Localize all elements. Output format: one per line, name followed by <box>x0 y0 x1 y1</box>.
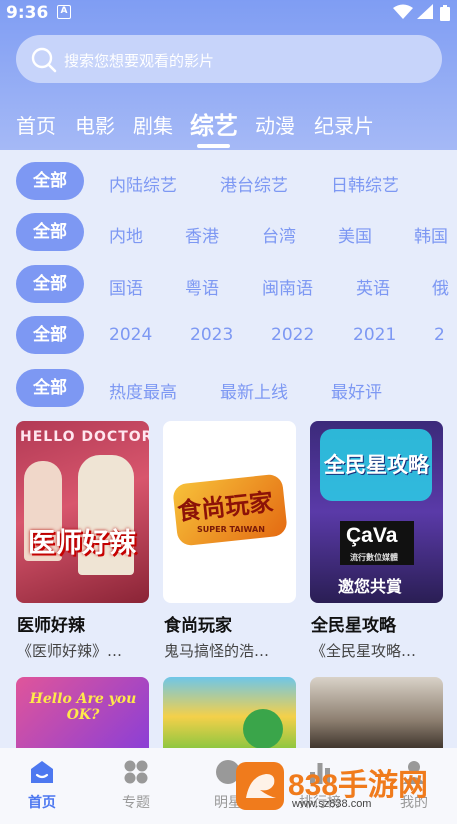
filter-option[interactable]: 2023 <box>190 325 233 345</box>
poster-top-text: HELLO DOCTOR <box>20 429 149 445</box>
filter-all-chip[interactable]: 全部 <box>16 213 84 251</box>
status-time: 9:36 <box>6 3 49 23</box>
poster-image: HELLO DOCTOR 医师好辣 <box>16 421 149 603</box>
filter-option[interactable]: 闽南语 <box>262 274 313 299</box>
tab-documentary[interactable]: 纪录片 <box>314 110 374 139</box>
home-icon <box>31 761 53 783</box>
filter-option[interactable]: 最新上线 <box>220 378 288 403</box>
show-card[interactable]: Hello Are you OK? <box>16 677 149 749</box>
filter-option[interactable]: 2024 <box>109 325 152 345</box>
filter-row-language: 全部 国语 粤语 闽南语 英语 俄 <box>0 265 457 305</box>
filter-row-type: 全部 内陆综艺 港台综艺 日韩综艺 <box>0 162 457 202</box>
watermark-logo <box>236 762 284 810</box>
filter-option[interactable]: 英语 <box>356 274 390 299</box>
filter-option[interactable]: 日韩综艺 <box>331 171 399 196</box>
poster-subtitle-text: SUPER TAIWAN <box>197 525 265 534</box>
filter-option[interactable]: 港台综艺 <box>220 171 288 196</box>
show-card[interactable]: 食尚玩家 SUPER TAIWAN 食尚玩家 鬼马搞怪的浩… <box>163 421 296 666</box>
tabbar-label: 首页 <box>28 795 56 811</box>
tab-home[interactable]: 首页 <box>16 110 56 139</box>
category-tabs: 首页 电影 剧集 综艺 动漫 纪录片 <box>0 104 457 150</box>
show-card[interactable]: 全民星攻略 ÇaVa 流行數位媒體 邀您共賞 全民星攻略 《全民星攻略… <box>310 421 443 666</box>
filter-option[interactable]: 2022 <box>271 325 314 345</box>
grid-icon <box>124 760 148 784</box>
filter-option[interactable]: 国语 <box>109 274 143 299</box>
poster-title-text: 全民星攻略 <box>324 453 429 477</box>
card-title: 全民星攻略 <box>311 616 396 636</box>
wifi-icon <box>393 4 413 19</box>
filter-all-chip[interactable]: 全部 <box>16 316 84 354</box>
tab-series[interactable]: 剧集 <box>133 110 173 139</box>
battery-icon <box>440 5 450 21</box>
filter-row-sort: 全部 热度最高 最新上线 最好评 <box>0 369 457 409</box>
signal-icon <box>417 4 433 19</box>
filter-option[interactable]: 内地 <box>109 222 143 247</box>
poster-image: 食尚玩家 SUPER TAIWAN <box>163 421 296 603</box>
search-bar[interactable]: 搜索您想要观看的影片 <box>16 35 442 83</box>
show-card[interactable] <box>163 677 296 749</box>
card-title: 医师好辣 <box>17 616 85 636</box>
tabbar-item-topics[interactable]: 专题 <box>106 748 166 824</box>
filter-row-year: 全部 2024 2023 2022 2021 2 <box>0 316 457 356</box>
status-bar: 9:36 A <box>0 0 457 26</box>
card-title: 食尚玩家 <box>164 616 232 636</box>
filter-all-chip[interactable]: 全部 <box>16 162 84 200</box>
poster-brand-sub-text: 流行數位媒體 <box>350 553 398 562</box>
filter-option[interactable]: 美国 <box>338 222 372 247</box>
filter-option[interactable]: 2021 <box>353 325 396 345</box>
tabbar-item-home[interactable]: 首页 <box>12 748 72 824</box>
search-placeholder: 搜索您想要观看的影片 <box>64 53 215 70</box>
poster-image <box>310 677 443 749</box>
tab-variety[interactable]: 综艺 <box>190 106 238 141</box>
filter-option[interactable]: 俄 <box>432 274 449 299</box>
tab-anime[interactable]: 动漫 <box>255 110 295 139</box>
poster-title-text: 医师好辣 <box>28 528 136 559</box>
poster-title-text: Hello Are you OK? <box>29 691 137 723</box>
tab-movie[interactable]: 电影 <box>75 110 115 139</box>
show-card[interactable]: HELLO DOCTOR 医师好辣 医师好辣 《医师好辣》… <box>16 421 149 666</box>
watermark-url: www.sz838.com <box>292 798 372 810</box>
filter-all-chip[interactable]: 全部 <box>16 265 84 303</box>
poster-brand-text: ÇaVa <box>346 524 398 547</box>
active-tab-indicator <box>197 144 230 148</box>
filter-option[interactable]: 粤语 <box>185 274 219 299</box>
filter-row-region: 全部 内地 香港 台湾 美国 韩国 <box>0 213 457 253</box>
watermark: 838手游网 www.sz838.com <box>232 752 457 824</box>
filter-option[interactable]: 台湾 <box>262 222 296 247</box>
filter-all-chip[interactable]: 全部 <box>16 369 84 407</box>
show-card[interactable] <box>310 677 443 749</box>
poster-image: 全民星攻略 ÇaVa 流行數位媒體 邀您共賞 <box>310 421 443 603</box>
tabbar-label: 专题 <box>122 795 150 811</box>
search-icon <box>31 47 57 73</box>
poster-image <box>163 677 296 749</box>
notification-icon: A <box>57 5 71 19</box>
filter-option[interactable]: 内陆综艺 <box>109 171 177 196</box>
filter-option[interactable]: 韩国 <box>414 222 448 247</box>
filter-option[interactable]: 热度最高 <box>109 378 177 403</box>
filter-option[interactable]: 2 <box>434 325 445 345</box>
poster-bottom-text: 邀您共賞 <box>338 577 403 596</box>
poster-image: Hello Are you OK? <box>16 677 149 749</box>
card-description: 《医师好辣》… <box>17 642 123 660</box>
card-description: 《全民星攻略… <box>311 642 417 660</box>
filter-option[interactable]: 最好评 <box>331 378 382 403</box>
filter-option[interactable]: 香港 <box>185 222 219 247</box>
card-description: 鬼马搞怪的浩… <box>164 642 270 660</box>
